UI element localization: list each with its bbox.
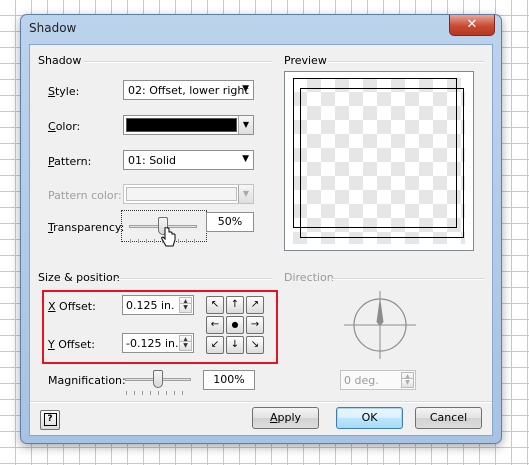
cancel-button[interactable]: Cancel [415,407,482,429]
preview-section-header: Preview [284,54,327,67]
direction-down-button[interactable]: ▼ [401,378,414,388]
transparency-label: Transparency: [48,221,125,234]
pattern-value: 01: Solid [128,154,177,167]
offset-center-button[interactable]: ● [226,316,244,334]
pattern-color-dropdown[interactable]: ▼ [123,184,254,204]
size-position-divider [116,278,272,280]
x-offset-down-button[interactable]: ▼ [179,303,192,313]
offset-down-left-button[interactable]: ↙ [206,336,224,354]
direction-dial[interactable] [342,290,418,360]
shadow-dialog: Shadow ✕ Shadow Style: 02: Offset, lower… [20,14,502,444]
size-position-header: Size & position [38,271,120,284]
chevron-down-icon: ▼ [238,116,253,134]
magnification-label: Magnification: [48,374,126,387]
preview-main-shape [293,78,457,228]
color-swatch [126,118,237,132]
y-offset-value: -0.125 in. [126,337,179,350]
button-divider [30,401,492,403]
magnification-value[interactable]: 100% [203,370,255,390]
y-offset-down-button[interactable]: ▼ [179,341,192,351]
shadow-divider [84,61,272,63]
offset-up-button[interactable]: ↑ [226,296,244,314]
pattern-label: Pattern: [48,155,92,168]
chevron-down-icon: ▼ [242,154,249,164]
direction-value: 0 deg. [344,374,379,387]
color-dropdown[interactable]: ▼ [123,115,254,135]
chevron-down-icon: ▼ [238,185,253,203]
x-offset-spinner[interactable]: 0.125 in. ▲ ▼ [122,295,194,315]
offset-left-button[interactable]: ← [206,316,224,334]
y-offset-label: Y Offset: [48,338,95,351]
style-dropdown[interactable]: 02: Offset, lower right ▼ [123,80,254,100]
chevron-down-icon: ▼ [242,84,249,94]
offset-down-button[interactable]: ↓ [226,336,244,354]
pattern-color-label: Pattern color: [48,189,122,202]
offset-down-right-button[interactable]: ↘ [246,336,264,354]
style-label: Style: [48,85,80,98]
ok-button[interactable]: OK [336,407,403,429]
x-offset-value: 0.125 in. [126,299,175,312]
help-button[interactable]: ? [40,410,60,430]
dialog-client: Shadow Style: 02: Offset, lower right ▼ … [29,44,493,436]
offset-up-right-button[interactable]: ↗ [246,296,264,314]
magnification-ticks [126,391,190,395]
direction-header: Direction [284,271,334,284]
offset-up-left-button[interactable]: ↖ [206,296,224,314]
apply-button[interactable]: Apply [252,407,319,429]
preview-pane [284,71,474,251]
transparency-value[interactable]: 50% [206,212,254,232]
style-value: 02: Offset, lower right [128,84,249,97]
offset-right-button[interactable]: → [246,316,264,334]
hand-cursor-icon [161,227,176,247]
y-offset-spinner[interactable]: -0.125 in. ▲ ▼ [122,333,194,353]
direction-spinner[interactable]: 0 deg. ▲ ▼ [340,370,416,390]
help-icon: ? [43,413,57,426]
magnification-thumb[interactable] [153,370,163,388]
preview-divider [328,61,484,63]
pattern-dropdown[interactable]: 01: Solid ▼ [123,150,254,170]
close-button[interactable]: ✕ [449,15,495,36]
pattern-color-swatch [126,187,237,201]
color-label: Color: [48,120,81,133]
dialog-title: Shadow [29,21,77,35]
direction-divider [332,278,484,280]
shadow-section-header: Shadow [38,54,82,67]
x-offset-label: X Offset: [48,300,96,313]
